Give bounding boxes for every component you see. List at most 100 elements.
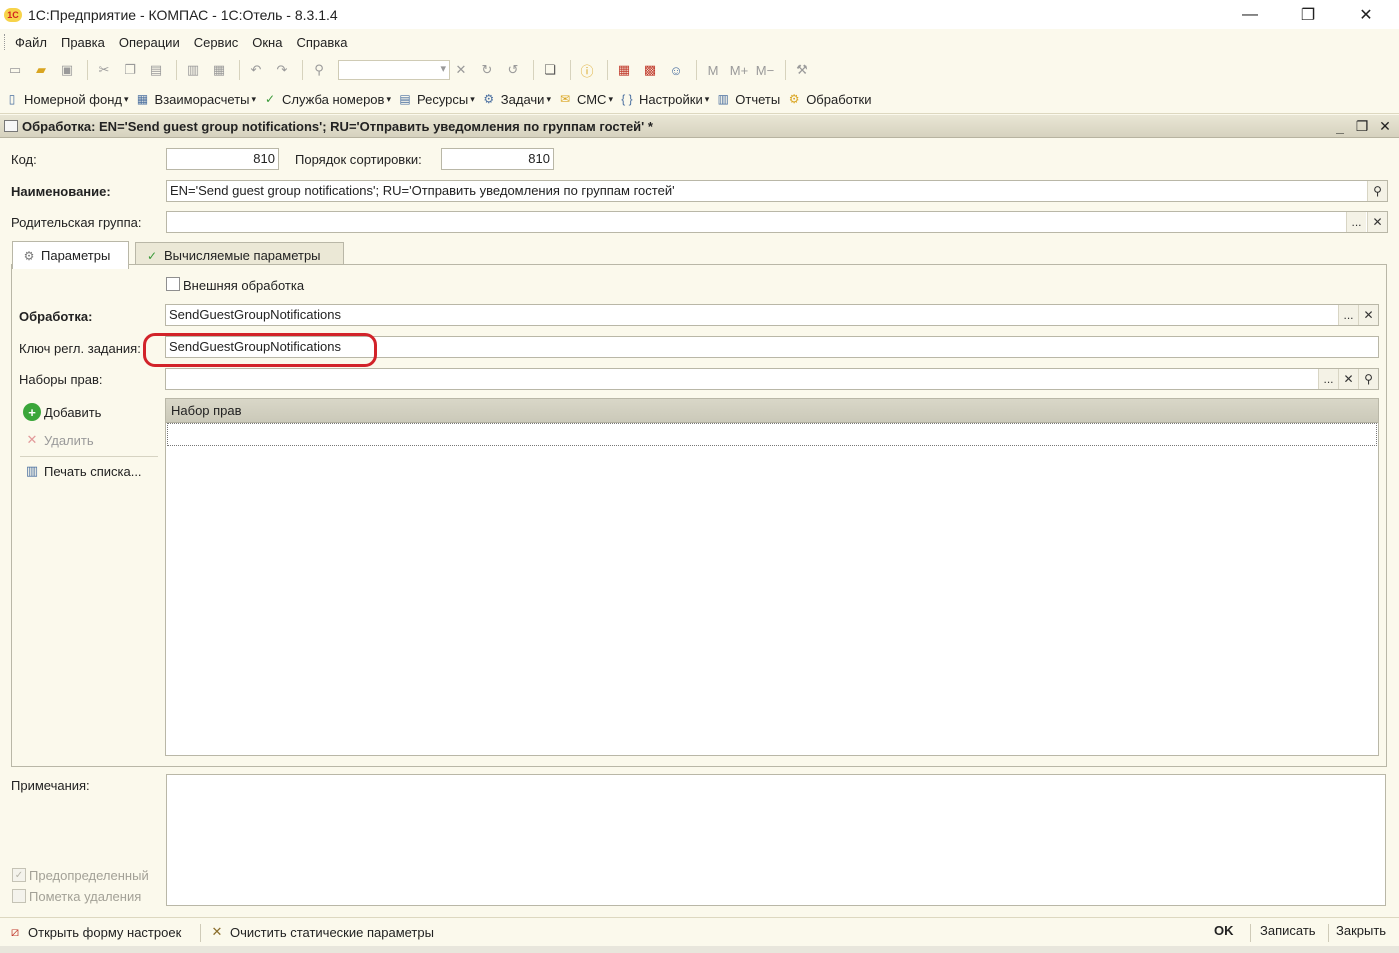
chevron-down-icon: ▾ — [470, 93, 475, 104]
notes-textarea[interactable] — [166, 774, 1386, 906]
rights-search-icon[interactable]: ⚲ — [1358, 369, 1378, 389]
new-doc-icon[interactable]: ▭ — [4, 59, 26, 81]
form-close-button[interactable]: ✕ — [1374, 115, 1396, 138]
code-label: Код: — [11, 152, 37, 167]
code-field[interactable]: 810 — [166, 148, 279, 170]
ok-button[interactable]: OK — [1214, 923, 1234, 938]
section-housekeeping[interactable]: ✓ Служба номеров ▾ — [262, 91, 391, 107]
section-processing[interactable]: ⚙ Обработки — [786, 91, 872, 107]
parent-group-select-button[interactable]: ... — [1346, 212, 1366, 232]
tab-parameters[interactable]: ⚙ Параметры — [12, 241, 129, 269]
section-resources[interactable]: ▤ Ресурсы ▾ — [397, 91, 475, 107]
cut-icon[interactable]: ✂ — [93, 59, 115, 81]
clear-static-params-button[interactable]: ✕ Очистить статические параметры — [208, 923, 434, 941]
form-restore-button[interactable]: ❐ — [1351, 115, 1373, 138]
calendar-icon[interactable]: ▩ — [639, 59, 661, 81]
table-row[interactable] — [167, 423, 1377, 446]
undo-icon[interactable]: ↶ — [245, 59, 267, 81]
section-reports[interactable]: ▥ Отчеты — [715, 91, 781, 107]
envelope-icon: ✉ — [559, 92, 570, 106]
find-next-icon[interactable]: ↻ — [476, 59, 498, 81]
processing-field[interactable]: SendGuestGroupNotifications — [165, 304, 1379, 326]
toolbar-separator — [696, 60, 697, 80]
form-title: Обработка: EN='Send guest group notifica… — [22, 118, 653, 134]
calendar-grid-icon[interactable]: ▦ — [613, 59, 635, 81]
copy-icon[interactable]: ❐ — [119, 59, 141, 81]
section-label: Отчеты — [735, 91, 781, 107]
open-settings-button[interactable]: ⧄ Открыть форму настроек — [6, 923, 181, 941]
clear-search-icon[interactable]: ✕ — [450, 59, 472, 81]
menu-operations[interactable]: Операции — [119, 35, 180, 50]
parent-group-field[interactable] — [166, 211, 1388, 233]
section-room-fund[interactable]: ▯ Номерной фонд ▾ — [4, 91, 129, 107]
users-icon[interactable]: ☺ — [665, 59, 687, 81]
close-button[interactable]: Закрыть — [1336, 923, 1386, 938]
rights-clear-button[interactable]: ✕ — [1338, 369, 1358, 389]
section-settlements[interactable]: ▦ Взаиморасчеты ▾ — [135, 91, 257, 107]
chevron-down-icon: ▾ — [704, 93, 710, 104]
chevron-down-icon: ▾ — [546, 93, 551, 104]
notes-label: Примечания: — [11, 778, 90, 793]
print-icon[interactable]: ▥ — [182, 59, 204, 81]
maximize-button[interactable]: ❐ — [1285, 0, 1331, 29]
processing-select-button[interactable]: ... — [1338, 305, 1358, 325]
toolbar-separator — [176, 60, 177, 80]
info-icon[interactable]: ⓘ — [576, 59, 598, 81]
gear-icon: ⚙ — [23, 248, 35, 263]
minimize-button[interactable]: — — [1227, 0, 1273, 29]
redo-icon[interactable]: ↷ — [271, 59, 293, 81]
find-prev-icon[interactable]: ↺ — [502, 59, 524, 81]
search-icon[interactable]: ⚲ — [308, 59, 330, 81]
rights-sets-field[interactable] — [165, 368, 1379, 390]
section-settings[interactable]: { } Настройки ▾ — [619, 91, 709, 107]
tools-icon[interactable]: ⚒ — [791, 59, 813, 81]
name-field[interactable]: EN='Send guest group notifications'; RU=… — [166, 180, 1388, 202]
menu-help[interactable]: Справка — [296, 35, 347, 50]
save-button[interactable]: Записать — [1260, 923, 1316, 938]
external-processing-checkbox[interactable] — [166, 277, 180, 291]
table-header-rights-set[interactable]: Набор прав — [166, 399, 1378, 423]
add-button[interactable]: + Добавить — [23, 403, 101, 421]
section-tasks[interactable]: ⚙ Задачи ▾ — [481, 91, 551, 107]
command-separator — [1328, 924, 1329, 942]
rights-table[interactable]: Набор прав — [165, 398, 1379, 756]
menu-windows[interactable]: Окна — [252, 35, 282, 50]
calc-sheet-icon: ✓ — [146, 248, 158, 263]
section-label: Служба номеров — [282, 91, 385, 107]
menu-service[interactable]: Сервис — [194, 35, 239, 50]
form-icon — [4, 120, 18, 132]
delete-button[interactable]: ✕ Удалить — [23, 431, 94, 449]
save-icon[interactable]: ▣ — [56, 59, 78, 81]
open-folder-icon[interactable]: ▰ — [30, 59, 52, 81]
paste-icon[interactable]: ▤ — [145, 59, 167, 81]
name-search-icon[interactable]: ⚲ — [1367, 181, 1387, 201]
section-sms[interactable]: ✉ СМС ▾ — [557, 91, 613, 107]
search-combo[interactable] — [338, 60, 450, 80]
memory-m-plus-icon[interactable]: M+ — [728, 59, 750, 81]
delete-icon: ✕ — [26, 432, 38, 447]
chevron-down-icon: ▾ — [251, 93, 257, 104]
rights-select-button[interactable]: ... — [1318, 369, 1338, 389]
clipboard-icon: ✓ — [265, 92, 276, 106]
parent-group-clear-button[interactable]: ✕ — [1367, 212, 1387, 232]
tasks-icon: ⚙ — [483, 92, 495, 106]
close-window-button[interactable]: ✕ — [1343, 0, 1389, 29]
print-list-button[interactable]: ▥ Печать списка... — [23, 462, 142, 480]
section-label: Обработки — [806, 91, 872, 107]
menu-bar: Файл Правка Операции Сервис Окна Справка — [0, 29, 1399, 55]
processing-clear-button[interactable]: ✕ — [1358, 305, 1378, 325]
toolbar-separator — [570, 60, 571, 80]
menu-file[interactable]: Файл — [15, 35, 47, 50]
chevron-down-icon: ▾ — [608, 93, 613, 104]
toolbar-separator — [785, 60, 786, 80]
sort-order-label: Порядок сортировки: — [295, 152, 422, 167]
memory-m-icon[interactable]: M — [702, 59, 724, 81]
open-settings-label: Открыть форму настроек — [28, 924, 182, 940]
form-header: Обработка: EN='Send guest group notifica… — [0, 115, 1399, 138]
menu-edit[interactable]: Правка — [61, 35, 105, 50]
form-minimize-button[interactable]: _ — [1329, 115, 1351, 138]
memory-m-minus-icon[interactable]: M− — [754, 59, 776, 81]
preview-icon[interactable]: ▦ — [208, 59, 230, 81]
windows-icon[interactable]: ❏ — [539, 59, 561, 81]
sort-order-field[interactable]: 810 — [441, 148, 554, 170]
